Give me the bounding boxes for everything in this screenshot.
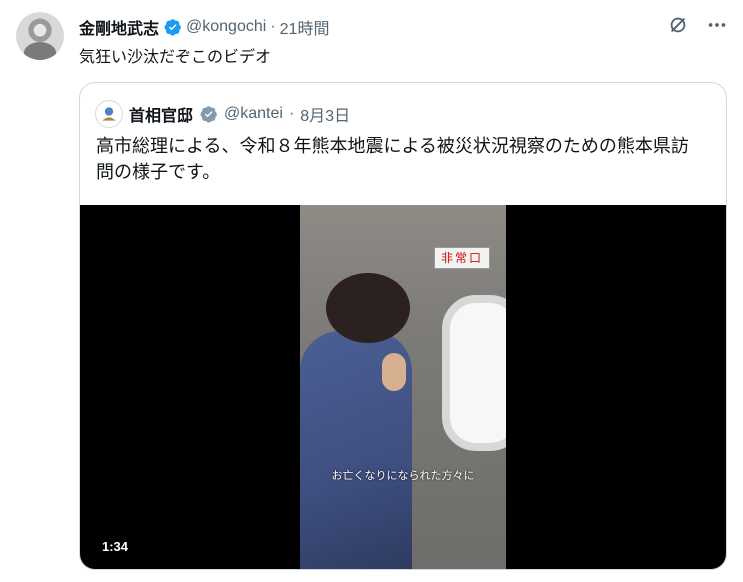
tweet-text: 気狂い沙汰だぞこのビデオ <box>79 49 272 66</box>
tweet-top-actions <box>666 13 729 37</box>
separator-dot: · <box>288 105 295 122</box>
quoted-handle[interactable]: @kantei <box>224 105 283 123</box>
video-player[interactable]: 非常口 お亡くなりになられた方々に 1:34 <box>80 205 726 569</box>
separator-dot: · <box>270 18 276 35</box>
aircraft-window <box>442 295 506 451</box>
more-icon[interactable] <box>705 13 729 37</box>
author-avatar[interactable] <box>16 12 64 60</box>
video-duration: 1:34 <box>94 536 137 557</box>
gray-verified-badge-icon <box>200 105 218 123</box>
quoted-date[interactable]: 8月3日 <box>300 102 350 126</box>
tweet-time[interactable]: 21時間 <box>280 15 330 39</box>
quoted-avatar[interactable] <box>95 100 123 128</box>
quoted-header: 首相官邸 @kantei · 8月3日 <box>95 100 350 128</box>
person-hands <box>382 353 406 391</box>
video-caption: お亡くなりになられた方々に <box>331 470 475 482</box>
quoted-tweet[interactable]: 首相官邸 @kantei · 8月3日 高市総理による、令和８年熊本地震による被… <box>79 82 727 570</box>
verified-badge-icon <box>164 18 182 36</box>
person-head <box>326 273 410 343</box>
grok-icon[interactable] <box>666 13 690 37</box>
quoted-author-name[interactable]: 首相官邸 <box>129 102 193 126</box>
exit-sign: 非常口 <box>434 247 490 269</box>
author-name[interactable]: 金剛地武志 <box>79 15 159 39</box>
video-frame: 非常口 お亡くなりになられた方々に <box>300 205 506 569</box>
quoted-text: 高市総理による、令和８年熊本地震による被災状況視察のための熊本県訪問の様子です。 <box>96 136 689 182</box>
author-handle[interactable]: @kongochi <box>186 18 266 36</box>
tweet-header: 金剛地武志 @kongochi · 21時間 <box>79 15 329 39</box>
